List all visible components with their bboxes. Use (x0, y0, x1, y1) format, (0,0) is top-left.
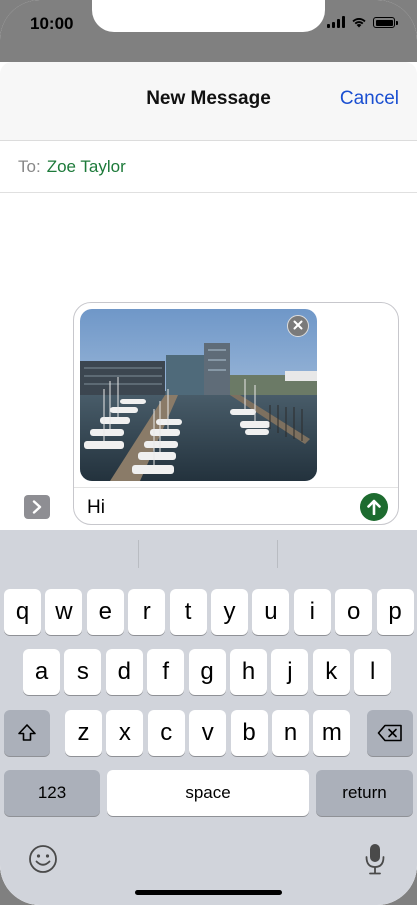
wifi-icon (352, 18, 366, 28)
key-l[interactable]: l (354, 649, 392, 695)
recipient-field[interactable]: To: Zoe Taylor (0, 141, 417, 193)
predictive-bar (0, 530, 417, 577)
keyboard-row-3: zxcvbnm (0, 710, 417, 756)
delete-key[interactable] (367, 710, 413, 756)
key-h[interactable]: h (230, 649, 267, 695)
key-y[interactable]: y (211, 589, 248, 635)
key-z[interactable]: z (65, 710, 102, 756)
key-j[interactable]: j (271, 649, 309, 695)
key-d[interactable]: d (105, 649, 143, 695)
backspace-icon (377, 724, 402, 742)
key-v[interactable]: v (189, 710, 227, 756)
predictive-separator (138, 540, 139, 568)
close-icon (293, 320, 303, 330)
space-key[interactable]: space (107, 770, 309, 816)
key-n[interactable]: n (272, 710, 309, 756)
key-g[interactable]: g (188, 649, 226, 695)
chevron-right-icon (32, 500, 42, 514)
screen: 10:00 New Message Cancel To: Zoe Taylor (0, 0, 417, 905)
emoji-icon (29, 845, 57, 873)
compose-divider (74, 487, 398, 488)
cancel-button[interactable]: Cancel (340, 88, 399, 110)
emoji-button[interactable] (28, 844, 58, 874)
battery-icon (373, 17, 398, 28)
key-q[interactable]: q (4, 589, 41, 635)
key-t[interactable]: t (169, 589, 207, 635)
navigation-bar: New Message Cancel (0, 62, 417, 141)
key-e[interactable]: e (86, 589, 124, 635)
key-k[interactable]: k (312, 649, 350, 695)
key-s[interactable]: s (64, 649, 102, 695)
attached-photo-harbor[interactable] (80, 309, 317, 481)
key-i[interactable]: i (293, 589, 331, 635)
send-button[interactable] (360, 493, 388, 521)
cellular-signal-icon (327, 16, 345, 28)
key-o[interactable]: o (335, 589, 373, 635)
key-c[interactable]: c (147, 710, 185, 756)
keyboard: qwertyuiop asdfghjkl zxcvbnm 123 space r… (0, 530, 417, 905)
message-compose-box[interactable]: Hi (73, 302, 399, 525)
keyboard-row-2: asdfghjkl (0, 649, 417, 695)
key-r[interactable]: r (128, 589, 166, 635)
key-f[interactable]: f (147, 649, 185, 695)
return-key[interactable]: return (316, 770, 413, 816)
key-p[interactable]: p (376, 589, 414, 635)
to-label: To: (18, 156, 41, 176)
key-u[interactable]: u (252, 589, 290, 635)
key-m[interactable]: m (313, 710, 351, 756)
status-time: 10:00 (30, 14, 74, 33)
key-x[interactable]: x (106, 710, 144, 756)
shift-icon (18, 724, 36, 741)
message-text-input[interactable]: Hi (87, 497, 105, 519)
numbers-key[interactable]: 123 (4, 770, 100, 816)
send-arrow-icon (367, 499, 381, 515)
dictation-button[interactable] (364, 842, 386, 876)
status-icons (327, 16, 398, 28)
key-w[interactable]: w (45, 589, 83, 635)
expand-apps-button[interactable] (24, 495, 50, 519)
notch (92, 0, 325, 32)
keyboard-row-1: qwertyuiop (0, 589, 417, 635)
home-indicator (135, 890, 282, 895)
remove-attachment-button[interactable] (287, 315, 309, 337)
predictive-separator (277, 540, 278, 568)
key-b[interactable]: b (230, 710, 268, 756)
keyboard-row-4: 123 space return (0, 770, 417, 816)
microphone-icon (365, 844, 385, 875)
status-bar: 10:00 (0, 0, 417, 62)
shift-key[interactable] (4, 710, 50, 756)
key-a[interactable]: a (23, 649, 60, 695)
recipient-name[interactable]: Zoe Taylor (47, 157, 126, 177)
